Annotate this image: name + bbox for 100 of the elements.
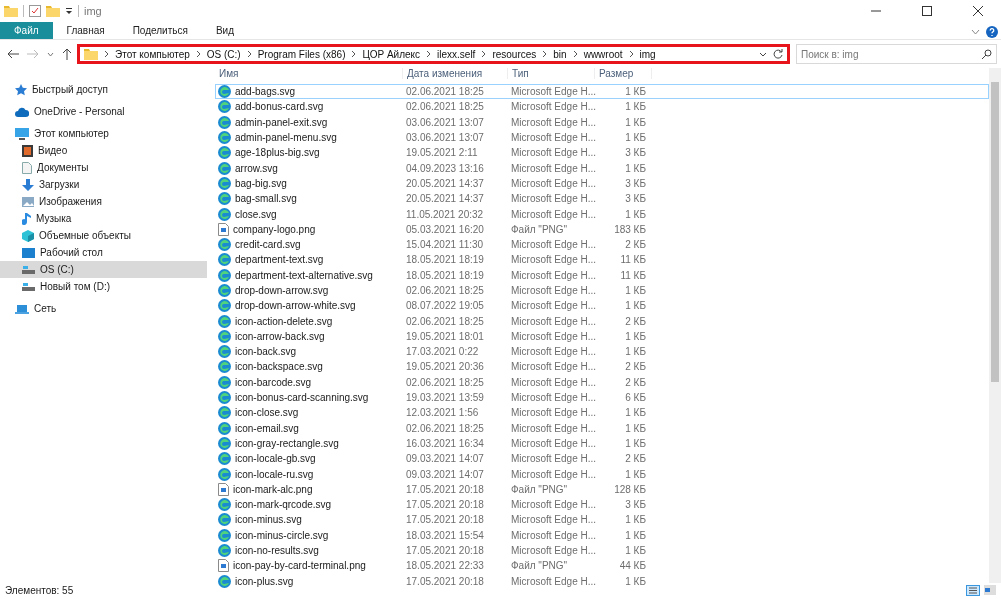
file-row[interactable]: arrow.svg 04.09.2023 13:16 Microsoft Edge H... 1 КБ (215, 160, 989, 176)
edge-file-icon (218, 452, 231, 466)
file-row[interactable]: icon-close.svg 12.03.2021 1:56 Microsoft Edge H... 1 КБ (215, 405, 989, 421)
sidebar-item[interactable]: Сеть (0, 300, 207, 317)
file-row[interactable]: credit-card.svg 15.04.2021 11:30 Microsoft Edge H... 2 КБ (215, 236, 989, 253)
breadcrumb[interactable]: bin (553, 48, 567, 60)
sidebar-item[interactable]: OS (C:) (0, 261, 207, 278)
sidebar-item[interactable]: Загрузки (0, 176, 207, 193)
edge-file-icon (218, 192, 231, 206)
file-row[interactable]: icon-no-results.svg 17.05.2021 20:18 Microsoft Edge H... 1 КБ (215, 542, 989, 559)
breadcrumb[interactable]: Этот компьютер (115, 48, 190, 60)
edge-file-icon (218, 268, 231, 282)
file-row[interactable]: bag-big.svg 20.05.2021 14:37 Microsoft Edge H... 3 КБ (215, 175, 989, 192)
file-row[interactable]: department-text-alternative.svg 18.05.2021 18:19 Microsoft Edge H... 11 КБ (215, 267, 989, 283)
file-size: 1 КБ (624, 575, 647, 587)
file-row[interactable]: age-18plus-big.svg 19.05.2021 2:11 Microsoft Edge H... 3 КБ (215, 145, 989, 161)
modified-date: 05.03.2021 16:20 (405, 223, 485, 235)
ribbon-tab[interactable]: Поделиться (118, 22, 202, 39)
column-header[interactable]: Тип (508, 68, 595, 79)
file-row[interactable]: icon-barcode.svg 02.06.2021 18:25 Microsoft Edge H... 2 КБ (215, 374, 989, 390)
modified-date: 20.05.2021 14:37 (405, 177, 485, 189)
cloud-icon (15, 106, 29, 117)
file-row[interactable]: icon-minus-circle.svg 18.03.2021 15:54 Microsoft Edge H... 1 КБ (215, 527, 989, 543)
ribbon-tab[interactable]: Вид (201, 22, 248, 39)
ribbon-tab[interactable]: Файл (0, 22, 53, 39)
file-name: department-text.svg (235, 254, 324, 266)
sidebar-item[interactable]: Объемные объекты (0, 227, 207, 244)
file-row[interactable]: icon-backspace.svg 19.05.2021 20:36 Microsoft Edge H... 2 КБ (215, 359, 989, 375)
breadcrumb[interactable]: img (639, 48, 656, 60)
sidebar-item[interactable]: Рабочий стол (0, 244, 207, 261)
edge-file-icon (218, 544, 231, 558)
file-row[interactable]: icon-locale-gb.svg 09.03.2021 14:07 Microsoft Edge H... 2 КБ (215, 451, 989, 467)
column-header[interactable]: Имя (215, 68, 403, 79)
breadcrumb[interactable]: Program Files (x86) (257, 48, 346, 60)
file-row[interactable]: icon-bonus-card-scanning.svg 19.03.2021 13:59 Microsoft Edge H... 6 КБ (215, 389, 989, 406)
breadcrumb[interactable]: OS (C:) (206, 48, 241, 60)
breadcrumb[interactable]: ЦОР Айлекс (362, 48, 421, 60)
file-row[interactable]: drop-down-arrow-white.svg 08.07.2022 19:05 Microsoft Edge H... 1 КБ (215, 298, 989, 314)
file-row[interactable]: add-bags.svg 02.06.2021 18:25 Microsoft Edge H... 1 КБ (215, 84, 989, 100)
file-size: 1 КБ (624, 300, 647, 312)
file-row[interactable]: close.svg 11.05.2021 20:32 Microsoft Edge H... 1 КБ (215, 206, 989, 222)
modified-date: 20.05.2021 14:37 (405, 193, 485, 205)
file-size: 1 КБ (624, 514, 647, 526)
file-row[interactable]: bag-small.svg 20.05.2021 14:37 Microsoft Edge H... 3 КБ (215, 191, 989, 207)
sidebar-item[interactable]: Музыка (0, 210, 207, 227)
back-arrow-icon (7, 49, 19, 59)
file-row[interactable]: icon-arrow-back.svg 19.05.2021 18:01 Microsoft Edge H... 1 КБ (215, 328, 989, 345)
file-row[interactable]: admin-panel-exit.svg 03.06.2021 13:07 Microsoft Edge H... 1 КБ (215, 114, 989, 130)
file-row[interactable]: icon-action-delete.svg 02.06.2021 18:25 Microsoft Edge H... 2 КБ (215, 313, 989, 329)
file-name: icon-barcode.svg (235, 376, 312, 388)
edge-file-icon (218, 345, 231, 359)
sidebar-item[interactable]: Этот компьютер (0, 125, 207, 142)
sidebar-item[interactable]: Видео (0, 142, 207, 159)
edge-file-icon (218, 513, 231, 527)
file-row[interactable]: icon-plus.svg 17.05.2021 20:18 Microsoft Edge H... 1 КБ (215, 573, 989, 589)
file-type: Microsoft Edge H... (510, 116, 595, 128)
breadcrumb[interactable]: ilexx.self (437, 48, 476, 60)
file-type: Microsoft Edge H... (510, 269, 595, 281)
modified-date: 18.05.2021 18:19 (405, 254, 485, 266)
file-row[interactable]: icon-mark-qrcode.svg 17.05.2021 20:18 Microsoft Edge H... 3 КБ (215, 497, 989, 513)
file-name: icon-email.svg (235, 422, 299, 434)
file-row[interactable]: drop-down-arrow.svg 02.06.2021 18:25 Microsoft Edge H... 1 КБ (215, 282, 989, 299)
film-icon (22, 144, 33, 157)
folder-icon (46, 5, 60, 17)
search-field[interactable]: Поиск в: img (796, 44, 997, 64)
breadcrumb[interactable]: wwwroot (583, 48, 623, 60)
edge-file-icon (218, 85, 231, 99)
file-row[interactable]: icon-email.svg 02.06.2021 18:25 Microsoft Edge H... 1 КБ (215, 420, 989, 436)
file-row[interactable]: icon-gray-rectangle.svg 16.03.2021 16:34 Microsoft Edge H... 1 КБ (215, 435, 989, 452)
file-row[interactable]: icon-back.svg 17.03.2021 0:22 Microsoft Edge H... 1 КБ (215, 344, 989, 360)
modified-date: 18.05.2021 18:19 (405, 269, 485, 281)
sidebar-item[interactable]: Документы (0, 159, 207, 176)
sidebar-item[interactable]: OneDrive - Personal (0, 103, 207, 120)
edge-file-icon (218, 314, 231, 328)
chevron-down-icon (971, 29, 980, 35)
file-name: bag-big.svg (235, 177, 287, 189)
file-row[interactable]: department-text.svg 18.05.2021 18:19 Microsoft Edge H... 11 КБ (215, 252, 989, 268)
file-row[interactable]: icon-pay-by-card-terminal.png 18.05.2021 22:33 Файл "PNG" 44 КБ (215, 558, 989, 574)
column-header[interactable]: Размер (595, 68, 652, 79)
file-name: drop-down-arrow-white.svg (235, 300, 356, 312)
details-view-icon (966, 584, 980, 596)
sidebar-item[interactable]: Изображения (0, 193, 207, 210)
sidebar-item[interactable]: Новый том (D:) (0, 278, 207, 295)
scrollbar[interactable] (989, 68, 1001, 583)
file-row[interactable]: add-bonus-card.svg 02.06.2021 18:25 Microsoft Edge H... 1 КБ (215, 99, 989, 115)
file-row[interactable]: icon-locale-ru.svg 09.03.2021 14:07 Microsoft Edge H... 1 КБ (215, 466, 989, 482)
dropdown-icon (65, 7, 73, 15)
sidebar-item[interactable]: Быстрый доступ (0, 81, 207, 98)
breadcrumb[interactable]: resources (492, 48, 537, 60)
file-row[interactable]: icon-mark-alc.png 17.05.2021 20:18 Файл "PNG" 128 КБ (215, 481, 989, 497)
modified-date: 17.03.2021 0:22 (405, 346, 480, 358)
modified-date: 03.06.2021 13:07 (405, 132, 485, 144)
file-row[interactable]: company-logo.png 05.03.2021 16:20 Файл "PNG" 183 КБ (215, 221, 989, 237)
file-row[interactable]: icon-minus.svg 17.05.2021 20:18 Microsoft Edge H... 1 КБ (215, 512, 989, 528)
file-size: 1 КБ (624, 208, 647, 220)
file-name: add-bonus-card.svg (235, 101, 324, 113)
ribbon-tab[interactable]: Главная (52, 22, 119, 39)
address-bar[interactable]: Этот компьютер OS (C:) Program Files (x86) ЦОР Айлекс ilexx.self resources bin wwwroot img (77, 44, 790, 64)
column-header[interactable]: Дата изменения (403, 68, 508, 79)
file-row[interactable]: admin-panel-menu.svg 03.06.2021 13:07 Microsoft Edge H... 1 КБ (215, 129, 989, 146)
